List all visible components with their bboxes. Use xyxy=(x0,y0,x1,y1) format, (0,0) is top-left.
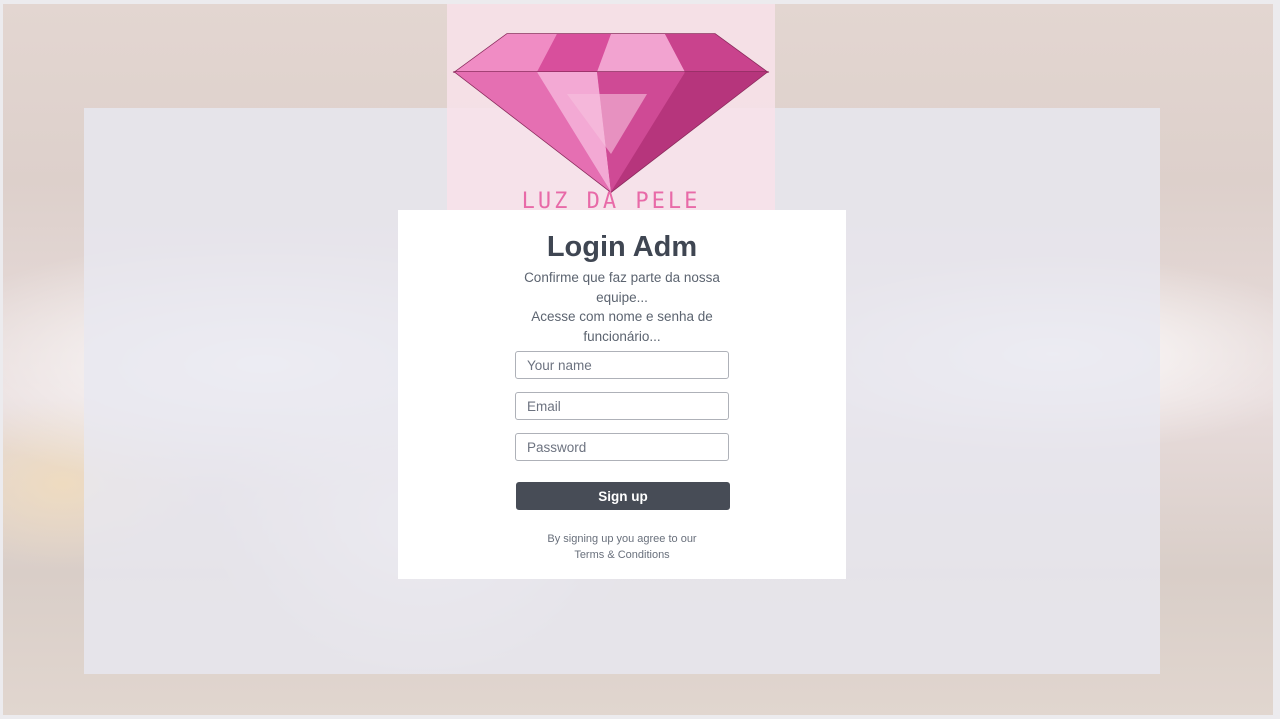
email-input[interactable] xyxy=(515,392,729,420)
agreement-text: By signing up you agree to our xyxy=(547,533,697,545)
description-line-1: Confirme que faz parte da nossa equipe..… xyxy=(524,270,720,305)
description-line-2: Acesse com nome e senha de funcionário..… xyxy=(531,309,713,344)
page-title: Login Adm xyxy=(546,231,698,263)
brand-logo: LUZ DA PELE xyxy=(447,4,775,214)
name-input[interactable] xyxy=(515,351,729,379)
sign-up-button[interactable]: Sign up xyxy=(516,482,730,510)
terms-link[interactable]: Terms & Conditions xyxy=(504,549,740,561)
page: LUZ DA PELE Login Adm Confirme que faz p… xyxy=(0,0,1280,719)
diamond-icon xyxy=(452,33,770,193)
password-input[interactable] xyxy=(515,433,729,461)
